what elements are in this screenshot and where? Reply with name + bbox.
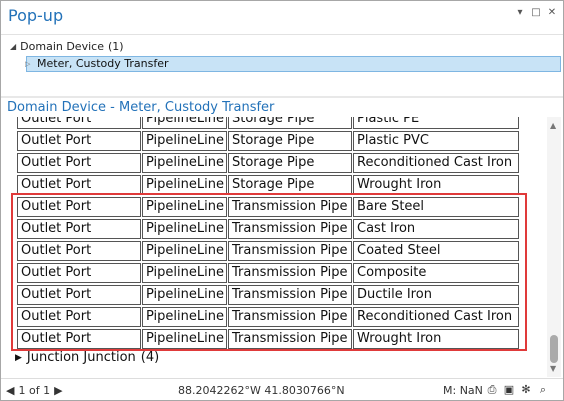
tree-root-label: Domain Device	[20, 40, 104, 53]
page-indicator: 1 of 1	[18, 384, 51, 397]
port-cell[interactable]: Outlet Port	[17, 219, 141, 239]
junction-group-header[interactable]: ▶ Junction Junction (4)	[15, 350, 159, 365]
pipe-type-cell[interactable]: Storage Pipe	[228, 153, 352, 173]
port-cell[interactable]: Outlet Port	[17, 329, 141, 349]
table-row[interactable]: Outlet Port PipelineLine Transmission Pipe…	[17, 307, 520, 327]
options-menu-icon[interactable]: ▾	[515, 8, 525, 18]
scroll-up-icon[interactable]: ▲	[550, 121, 556, 130]
material-cell[interactable]: Coated Steel	[353, 241, 519, 261]
pipe-type-cell[interactable]: Transmission Pipe	[228, 307, 352, 327]
tree-item-selected[interactable]: ▷ Meter, Custody Transfer	[25, 56, 561, 72]
port-cell[interactable]: Outlet Port	[17, 263, 141, 283]
pipe-type-cell[interactable]: Transmission Pipe	[228, 329, 352, 349]
scroll-down-icon[interactable]: ▼	[550, 364, 556, 373]
material-cell[interactable]: Cast Iron	[353, 219, 519, 239]
pipe-type-cell[interactable]: Storage Pipe	[228, 175, 352, 195]
junction-count: (4)	[140, 350, 160, 365]
port-cell[interactable]: Outlet Port	[17, 153, 141, 173]
page-navigator: ◀ 1 of 1 ▶	[6, 384, 63, 397]
detail-title: Domain Device - Meter, Custody Transfer	[7, 100, 275, 115]
print-icon[interactable]: ⎙	[486, 383, 498, 397]
table-row[interactable]: Outlet Port PipelineLine Transmission Pipe…	[17, 329, 520, 349]
table-row[interactable]: Outlet Port PipelineLine Transmission Pipe…	[17, 263, 520, 283]
pipe-type-cell[interactable]: Transmission Pipe	[228, 241, 352, 261]
restore-icon[interactable]: □	[531, 8, 541, 18]
line-cell[interactable]: PipelineLine	[142, 197, 227, 217]
line-cell[interactable]: PipelineLine	[142, 307, 227, 327]
port-cell[interactable]: Outlet Port	[17, 241, 141, 261]
line-cell[interactable]: PipelineLine	[142, 131, 227, 151]
line-cell[interactable]: PipelineLine	[142, 153, 227, 173]
material-cell[interactable]: Reconditioned Cast Iron	[353, 153, 519, 173]
pipe-type-cell[interactable]: Storage Pipe	[228, 117, 352, 129]
next-page-icon[interactable]: ▶	[54, 384, 62, 397]
expand-arrow-icon[interactable]: ▶	[15, 353, 22, 363]
port-cell[interactable]: Outlet Port	[17, 175, 141, 195]
line-cell[interactable]: PipelineLine	[142, 329, 227, 349]
port-cell[interactable]: Outlet Port	[17, 285, 141, 305]
material-cell[interactable]: Composite	[353, 263, 519, 283]
line-cell[interactable]: PipelineLine	[142, 285, 227, 305]
status-tools: ⎙ ▣ ✻ ⌕	[486, 383, 549, 397]
table-row[interactable]: Outlet Port PipelineLine Transmission Pipe…	[17, 241, 520, 261]
material-cell[interactable]: Plastic PVC	[353, 131, 519, 151]
table-row[interactable]: Outlet Port PipelineLine Transmission Pipe…	[17, 219, 520, 239]
table-row[interactable]: Outlet Port PipelineLine Storage Pipe Recon…	[17, 153, 520, 173]
port-cell[interactable]: Outlet Port	[17, 197, 141, 217]
table-row[interactable]: Outlet Port PipelineLine Storage Pipe Plast…	[17, 117, 520, 129]
junction-label: Junction Junction	[26, 350, 136, 365]
table-row[interactable]: Outlet Port PipelineLine Storage Pipe Plast…	[17, 131, 520, 151]
scroll-thumb[interactable]	[550, 335, 558, 363]
coordinate-readout: 88.2042262°W 41.8030766°N	[178, 384, 345, 397]
line-cell[interactable]: PipelineLine	[142, 117, 227, 129]
material-cell[interactable]: Wrought Iron	[353, 175, 519, 195]
pane-title: Pop-up	[8, 6, 64, 25]
tree-root-domain-device[interactable]: ◢ Domain Device (1)	[10, 40, 124, 53]
close-icon[interactable]: ✕	[547, 8, 557, 18]
attribute-table: Outlet Port PipelineLine Transmission Pipe…	[1, 117, 546, 377]
table-row[interactable]: Outlet Port PipelineLine Transmission Pipe…	[17, 197, 520, 217]
zoom-icon[interactable]: ⌕	[537, 383, 549, 397]
port-cell[interactable]: Outlet Port	[17, 117, 141, 129]
pane-controls: ▾ □ ✕	[515, 8, 557, 18]
export-icon[interactable]: ▣	[503, 383, 515, 397]
pipe-type-cell[interactable]: Transmission Pipe	[228, 197, 352, 217]
table-row[interactable]: Outlet Port PipelineLine Storage Pipe Wroug…	[17, 175, 520, 195]
collapse-arrow-icon[interactable]: ◢	[10, 42, 16, 51]
material-cell[interactable]: Plastic PE	[353, 117, 519, 129]
pipe-type-cell[interactable]: Transmission Pipe	[228, 219, 352, 239]
pipe-type-cell[interactable]: Storage Pipe	[228, 131, 352, 151]
pipe-type-cell[interactable]: Transmission Pipe	[228, 285, 352, 305]
port-cell[interactable]: Outlet Port	[17, 307, 141, 327]
popup-pane: Pop-up ▾ □ ✕ ◢ Domain Device (1) ▷ Meter…	[0, 0, 564, 401]
feature-tree: ◢ Domain Device (1) ▷ Meter, Custody Tra…	[1, 34, 563, 97]
status-bar: ◀ 1 of 1 ▶ 88.2042262°W 41.8030766°N M: …	[1, 378, 563, 400]
line-cell[interactable]: PipelineLine	[142, 241, 227, 261]
settings-icon[interactable]: ✻	[520, 383, 532, 397]
pipe-type-cell[interactable]: Transmission Pipe	[228, 263, 352, 283]
line-cell[interactable]: PipelineLine	[142, 219, 227, 239]
port-cell[interactable]: Outlet Port	[17, 131, 141, 151]
measure-readout: M: NaN	[443, 384, 483, 397]
table-row[interactable]: Outlet Port PipelineLine Transmission Pipe…	[17, 285, 520, 305]
line-cell[interactable]: PipelineLine	[142, 175, 227, 195]
material-cell[interactable]: Reconditioned Cast Iron	[353, 307, 519, 327]
line-cell[interactable]: PipelineLine	[142, 263, 227, 283]
material-cell[interactable]: Wrought Iron	[353, 329, 519, 349]
material-cell[interactable]: Ductile Iron	[353, 285, 519, 305]
tree-item-label: Meter, Custody Transfer	[37, 57, 169, 70]
expand-arrow-icon[interactable]: ▷	[25, 57, 30, 71]
prev-page-icon[interactable]: ◀	[6, 384, 14, 397]
tree-root-count: (1)	[107, 40, 124, 53]
vertical-scrollbar[interactable]: ▲ ▼	[547, 117, 561, 377]
splitter[interactable]	[1, 96, 563, 98]
material-cell[interactable]: Bare Steel	[353, 197, 519, 217]
